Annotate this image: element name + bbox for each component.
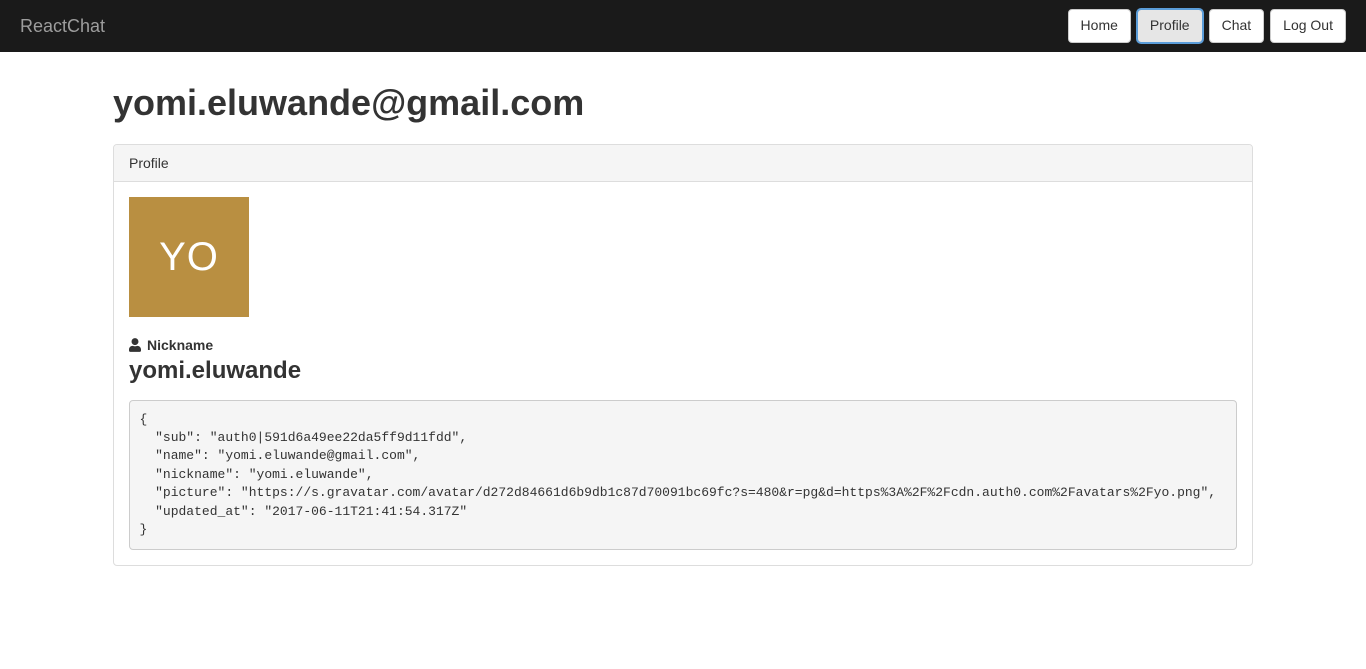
brand-link[interactable]: ReactChat: [20, 16, 105, 37]
panel-heading: Profile: [114, 145, 1252, 182]
panel-body: YO Nickname yomi.eluwande { "sub": "auth…: [114, 182, 1252, 565]
logout-button[interactable]: Log Out: [1270, 9, 1346, 43]
profile-panel: Profile YO Nickname yomi.eluwande { "sub…: [113, 144, 1253, 566]
profile-button[interactable]: Profile: [1137, 9, 1203, 43]
navbar-right: Home Profile Chat Log Out: [1068, 9, 1346, 43]
chat-button[interactable]: Chat: [1209, 9, 1265, 43]
profile-json-dump: { "sub": "auth0|591d6a49ee22da5ff9d11fdd…: [129, 400, 1237, 550]
page-title: yomi.eluwande@gmail.com: [113, 82, 1253, 124]
avatar: YO: [129, 197, 249, 317]
home-button[interactable]: Home: [1068, 9, 1131, 43]
nickname-label-row: Nickname: [129, 337, 1237, 353]
nickname-label-text: Nickname: [147, 337, 213, 353]
user-icon: [129, 338, 141, 352]
main-container: yomi.eluwande@gmail.com Profile YO Nickn…: [98, 82, 1268, 566]
nickname-value: yomi.eluwande: [129, 357, 1237, 385]
navbar: ReactChat Home Profile Chat Log Out: [0, 0, 1366, 52]
